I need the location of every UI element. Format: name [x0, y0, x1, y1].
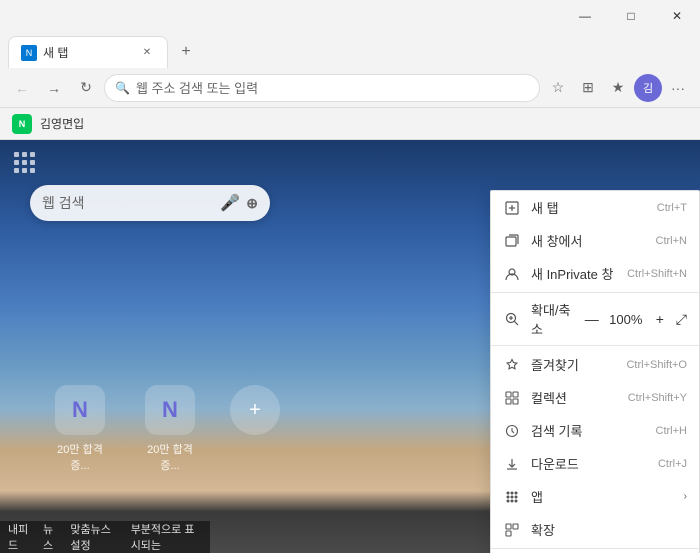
- favorites-icon: [503, 356, 521, 374]
- menu-label-inprivate: 새 InPrivate 창: [531, 264, 619, 283]
- menu-label-extensions: 확장: [531, 520, 687, 539]
- new-tab-icon: [503, 199, 521, 217]
- menu-shortcut-new-window: Ctrl+N: [656, 235, 687, 247]
- shortcut-label-2: 20만 합격증...: [140, 441, 200, 473]
- bottom-item-3: 맞춤뉴스 설정: [70, 521, 118, 553]
- new-window-icon: [503, 232, 521, 250]
- title-bar: — □ ✕: [0, 0, 700, 32]
- zoom-icon: [503, 310, 521, 328]
- mic-icon[interactable]: 🎤: [220, 193, 240, 213]
- zoom-in-button[interactable]: +: [650, 309, 670, 329]
- close-button[interactable]: ✕: [654, 0, 700, 32]
- search-button-icon[interactable]: ⊕: [246, 195, 258, 212]
- inprivate-icon: [503, 265, 521, 283]
- menu-label-new-window: 새 창에서: [531, 231, 648, 250]
- search-box[interactable]: 웹 검색 🎤 ⊕: [30, 185, 270, 221]
- apps-grid-icon[interactable]: [14, 152, 35, 173]
- menu-item-zoom: 확대/축소 — 100% + ⤢: [491, 295, 699, 343]
- add-shortcut-button[interactable]: +: [230, 385, 280, 435]
- tab-title: 새 탭: [43, 44, 68, 61]
- menu-label-favorites: 즐겨찾기: [531, 355, 618, 374]
- shortcut-item-1[interactable]: N 20만 합격증...: [50, 385, 110, 473]
- menu-shortcut-downloads: Ctrl+J: [658, 458, 687, 470]
- forward-button[interactable]: →: [40, 74, 68, 102]
- maximize-button[interactable]: □: [608, 0, 654, 32]
- profile-button[interactable]: 김: [634, 74, 662, 102]
- menu-item-downloads[interactable]: 다운로드 Ctrl+J: [491, 447, 699, 480]
- divider-3: [491, 548, 699, 549]
- settings-menu-button[interactable]: ···: [664, 74, 692, 102]
- menu-item-extensions[interactable]: 확장: [491, 513, 699, 546]
- new-tab-button[interactable]: +: [172, 38, 200, 66]
- menu-item-new-tab[interactable]: 새 탭 Ctrl+T: [491, 191, 699, 224]
- menu-item-new-window[interactable]: 새 창에서 Ctrl+N: [491, 224, 699, 257]
- zoom-controls: — 100% + ⤢: [582, 309, 687, 329]
- active-tab[interactable]: N 새 탭 ✕: [8, 36, 168, 68]
- shortcut-icon-2: N: [145, 385, 195, 435]
- address-text: 웹 주소 검색 또는 입력: [136, 78, 258, 97]
- nav-icon-group: ☆ ⊞ ★ 김 ···: [544, 74, 692, 102]
- bottom-item-4: 부분적으로 표시되는: [131, 521, 202, 553]
- search-placeholder: 웹 검색: [42, 193, 220, 213]
- menu-item-favorites[interactable]: 즐겨찾기 Ctrl+Shift+O: [491, 348, 699, 381]
- nav-bar: ← → ↻ 🔍 웹 주소 검색 또는 입력 ☆ ⊞ ★ 김 ···: [0, 68, 700, 108]
- menu-item-apps[interactable]: 앱 ›: [491, 480, 699, 513]
- extensions-icon: [503, 521, 521, 539]
- zoom-out-button[interactable]: —: [582, 309, 602, 329]
- menu-label-apps: 앱: [531, 487, 684, 506]
- collection-icon[interactable]: ⊞: [574, 74, 602, 102]
- menu-shortcut-history: Ctrl+H: [656, 425, 687, 437]
- add-shortcut-container[interactable]: +: [230, 385, 280, 473]
- search-icon: 🔍: [115, 81, 130, 95]
- refresh-button[interactable]: ↻: [72, 74, 100, 102]
- window-controls: — □ ✕: [562, 0, 700, 32]
- shortcut-item-2[interactable]: N 20만 합격증...: [140, 385, 200, 473]
- menu-label-collections: 컬렉션: [531, 388, 620, 407]
- minimize-button[interactable]: —: [562, 0, 608, 32]
- tab-favicon: N: [21, 45, 37, 61]
- menu-shortcut-collections: Ctrl+Shift+Y: [628, 392, 687, 404]
- tab-close-button[interactable]: ✕: [139, 45, 155, 61]
- shortcut-icon-1: N: [55, 385, 105, 435]
- menu-item-collections[interactable]: 컬렉션 Ctrl+Shift+Y: [491, 381, 699, 414]
- favorites-icon[interactable]: ★: [604, 74, 632, 102]
- shortcuts-container: N 20만 합격증... N 20만 합격증... +: [50, 385, 280, 473]
- bottom-item-2: 뉴스: [43, 521, 58, 553]
- context-menu: 새 탭 Ctrl+T 새 창에서 Ctrl+N 새 InPrivate 창 Ct…: [490, 190, 700, 553]
- zoom-expand-button[interactable]: ⤢: [676, 311, 687, 328]
- apps-arrow: ›: [684, 491, 687, 502]
- zoom-label: 확대/축소: [531, 300, 582, 338]
- collections-icon: [503, 389, 521, 407]
- tab-bar: N 새 탭 ✕ +: [0, 32, 700, 68]
- menu-item-history[interactable]: 검색 기록 Ctrl+H: [491, 414, 699, 447]
- menu-label-history: 검색 기록: [531, 421, 648, 440]
- menu-shortcut-new-tab: Ctrl+T: [657, 202, 687, 214]
- divider-1: [491, 292, 699, 293]
- menu-label-downloads: 다운로드: [531, 454, 650, 473]
- user-label: 김영면입: [40, 115, 84, 132]
- naver-logo: N: [12, 114, 32, 134]
- divider-2: [491, 345, 699, 346]
- zoom-value: 100%: [608, 312, 644, 327]
- address-bar[interactable]: 🔍 웹 주소 검색 또는 입력: [104, 74, 540, 102]
- apps-icon: [503, 488, 521, 506]
- browser-window: — □ ✕ N 새 탭 ✕ + ← → ↻ 🔍 웹 주소 검색 또는 입력 ☆ …: [0, 0, 700, 553]
- toolbar: N 김영면입: [0, 108, 700, 140]
- search-container: 웹 검색 🎤 ⊕: [30, 185, 270, 221]
- menu-shortcut-favorites: Ctrl+Shift+O: [626, 359, 687, 371]
- menu-item-inprivate[interactable]: 새 InPrivate 창 Ctrl+Shift+N: [491, 257, 699, 290]
- page-content: 웹 검색 🎤 ⊕ N 20만 합격증... N 20만 합격증... +: [0, 140, 700, 553]
- menu-label-new-tab: 새 탭: [531, 198, 649, 217]
- shortcut-label-1: 20만 합격증...: [50, 441, 110, 473]
- star-icon[interactable]: ☆: [544, 74, 572, 102]
- bottom-item-1: 내피드: [8, 521, 31, 553]
- history-icon: [503, 422, 521, 440]
- bottom-bar: 내피드 뉴스 맞춤뉴스 설정 부분적으로 표시되는: [0, 521, 210, 553]
- menu-shortcut-inprivate: Ctrl+Shift+N: [627, 268, 687, 280]
- back-button[interactable]: ←: [8, 74, 36, 102]
- downloads-icon: [503, 455, 521, 473]
